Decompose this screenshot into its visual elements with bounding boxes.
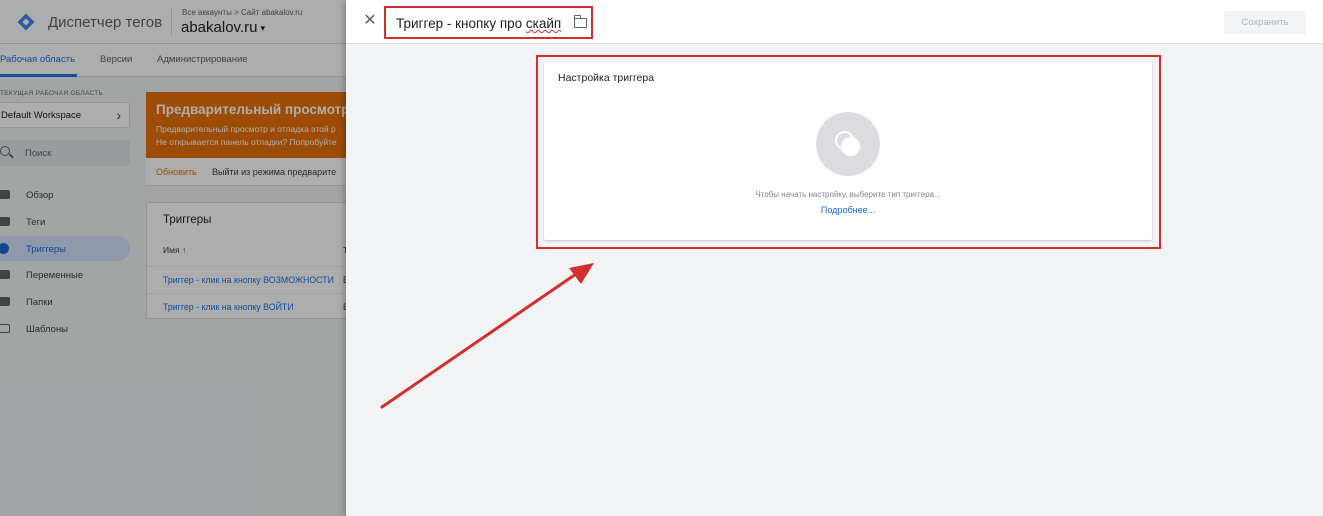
background-app: Диспетчер тегов Все аккаунты > Сайт abak… bbox=[0, 0, 346, 516]
save-button[interactable]: Сохранить bbox=[1224, 11, 1306, 34]
editor-header: ✕ Триггер - кнопку про скайп Сохранить bbox=[346, 0, 1323, 44]
trigger-editor-panel: ✕ Триггер - кнопку про скайп Сохранить Н… bbox=[346, 0, 1323, 516]
config-card-title: Настройка триггера bbox=[558, 72, 655, 84]
modal-backdrop[interactable] bbox=[0, 0, 346, 516]
trigger-ring-shape bbox=[841, 137, 860, 156]
trigger-name-field[interactable]: Триггер - кнопку про скайп bbox=[396, 16, 561, 31]
folder-icon[interactable] bbox=[573, 15, 587, 28]
learn-more-link[interactable]: Подробнее... bbox=[544, 205, 1152, 215]
config-hint: Чтобы начать настройку, выберите тип три… bbox=[755, 190, 941, 199]
trigger-type-icon[interactable] bbox=[816, 112, 880, 176]
trigger-config-card[interactable]: Настройка триггера Чтобы начать настройк… bbox=[544, 62, 1152, 240]
trigger-name-highlight: Триггер - кнопку про скайп bbox=[384, 6, 593, 39]
close-icon[interactable]: ✕ bbox=[362, 12, 378, 30]
trigger-name-misspelled-word: скайп bbox=[525, 16, 562, 31]
trigger-name-text: Триггер - кнопку про bbox=[396, 16, 526, 31]
